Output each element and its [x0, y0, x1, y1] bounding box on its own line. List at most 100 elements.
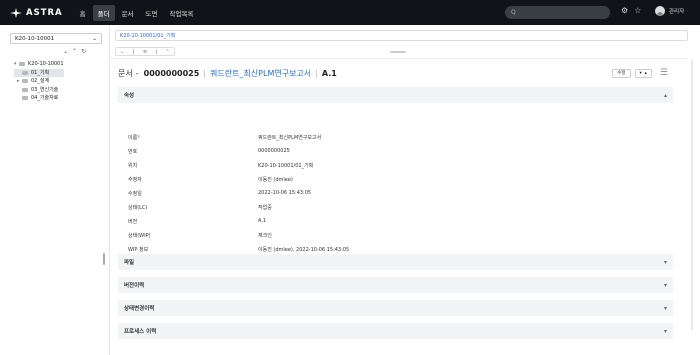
property-label: 버전 [128, 219, 138, 225]
property-value: 쿼드란트_최신PLM연구보고서 [258, 135, 322, 141]
property-label: 이름* [128, 135, 140, 141]
refresh-icon[interactable]: ↻ [81, 48, 86, 55]
section-title: 프로세스 이력 [124, 329, 157, 335]
doc-dash: - [135, 69, 139, 78]
star-logo-icon [10, 7, 22, 18]
property-value: 이동진 (dmlee) [258, 177, 293, 183]
search-input[interactable]: Q [505, 6, 610, 19]
document-detail: 문서 - 0000000025 | 쿼드란트_최신PLM연구보고서 | A.1 … [110, 58, 688, 355]
property-value: A.1 [258, 218, 267, 224]
folder-tree-panel: K20-10-10001 ⌄ ⌄ ⌃ ↻ ▾ K20-10-10001 01_기… [0, 25, 110, 355]
folder-icon [22, 79, 28, 84]
folder-icon [22, 96, 28, 101]
property-value: 체크인 [258, 233, 272, 239]
divider: | [132, 48, 135, 55]
document-actions: 수정 ▾ ▴ ☰ [608, 68, 668, 78]
user-menu[interactable]: 관리자 [655, 6, 684, 16]
property-value: 이동진 (dmlee), 2022-10-06 15:43:05 [258, 247, 350, 253]
tree-node-03[interactable]: 03_연신기술 [14, 86, 64, 95]
chevron-up-icon[interactable]: ⌃ [166, 49, 170, 55]
property-label: WIP 정보 [128, 247, 149, 253]
property-label: 수정자 [128, 177, 142, 183]
menu-icon[interactable]: ☰ [660, 68, 668, 78]
property-row: 위치 K20-10-10001/01_기획 [128, 162, 528, 169]
doc-name[interactable]: 쿼드란트_최신PLM연구보고서 [210, 68, 311, 79]
section-title: 파일 [124, 260, 135, 266]
section-title: 속성 [124, 93, 135, 99]
tree-node-01[interactable]: 01_기획 [14, 68, 64, 77]
property-label: 상태(WIP) [128, 233, 151, 239]
star-icon[interactable]: ☆ [634, 6, 641, 15]
expand-down-icon[interactable]: ⌄ [63, 48, 68, 55]
edit-button[interactable]: 수정 [612, 68, 631, 78]
property-row: 이름* 쿼드란트_최신PLM연구보고서 [128, 134, 528, 141]
property-row: 수정일 2022-10-06 15:43:05 [128, 190, 528, 197]
doc-number: 0000000025 [143, 69, 200, 78]
folder-select[interactable]: K20-10-10001 ⌄ [10, 33, 102, 44]
tree-node-label: 03_연신기술 [31, 86, 59, 93]
document-header: 문서 - 0000000025 | 쿼드란트_최신PLM연구보고서 | A.1 [118, 68, 337, 79]
chevron-down-icon: ▾ [663, 304, 667, 312]
list-toolbar: ⌄ | ≡ | ⌃ [115, 47, 175, 56]
splitter-handle[interactable] [390, 51, 406, 53]
nav-worklist[interactable]: 작업목록 [165, 5, 199, 21]
property-label: 번호 [128, 149, 138, 155]
tree-node-04[interactable]: 04_기술자료 [14, 94, 64, 103]
astra-logo[interactable]: ASTRA [10, 7, 63, 18]
tree-node-root[interactable]: ▾ K20-10-10001 [14, 60, 64, 69]
section-title: 상태변경이력 [124, 306, 155, 312]
breadcrumb: K20-10-10001/01_기획 [115, 30, 688, 41]
top-navigation-bar: ASTRA 홈 폴더 문서 도면 작업목록 Q ⚙ ☆ 관리자 [0, 0, 700, 25]
folder-icon [19, 62, 25, 67]
settings-icon[interactable]: ⚙ [621, 6, 628, 15]
section-process-history[interactable]: 프로세스 이력 ▾ [118, 323, 673, 339]
tree-node-label: K20-10-10001 [28, 61, 64, 67]
property-row: 수정자 이동진 (dmlee) [128, 176, 528, 183]
divider: | [315, 69, 318, 78]
chevron-down-icon: ▾ [663, 281, 667, 289]
nav-drawings[interactable]: 도면 [141, 5, 163, 21]
property-label: 수정일 [128, 191, 142, 197]
folder-icon [22, 70, 28, 75]
section-state-history[interactable]: 상태변경이력 ▾ [118, 300, 673, 316]
property-row: 버전 A.1 [128, 218, 528, 225]
tree-node-label: 01_기획 [31, 69, 50, 76]
folder-tree: ▾ K20-10-10001 01_기획 ▸ 02_설계 03_연신기술 04_… [14, 60, 64, 103]
property-row: 상태(LC) 작업중 [128, 204, 528, 211]
divider: | [155, 48, 158, 55]
nav-home[interactable]: 홈 [75, 5, 91, 21]
section-attributes[interactable]: 속성 ▴ [118, 87, 673, 103]
tree-node-label: 02_설계 [31, 78, 50, 84]
chevron-down-icon: ▾ [663, 258, 667, 266]
panel-resize-handle[interactable] [103, 253, 105, 265]
property-row: 번호 0000000025 [128, 148, 528, 155]
folder-select-value: K20-10-10001 [15, 35, 55, 42]
chevron-down-icon[interactable]: ⌄ [120, 49, 124, 55]
tree-node-02[interactable]: ▸ 02_설계 [14, 77, 64, 86]
doc-revision: A.1 [321, 69, 337, 78]
breadcrumb-path[interactable]: K20-10-10001/01_기획 [120, 32, 175, 39]
main-panel: K20-10-10001/01_기획 ⌄ | ≡ | ⌃ 문서 - 000000… [110, 25, 700, 355]
property-value: 2022-10-06 15:43:05 [258, 190, 312, 196]
folder-icon [22, 87, 28, 92]
property-value: 0000000025 [258, 148, 290, 154]
chevron-down-icon: ▾ [663, 327, 667, 335]
list-view-icon[interactable]: ≡ [143, 49, 147, 55]
user-name: 관리자 [669, 9, 685, 15]
main-menu: 홈 폴더 문서 도면 작업목록 [75, 4, 201, 21]
scrollbar[interactable] [691, 60, 693, 330]
search-icon: Q [511, 9, 516, 16]
navigation-buttons[interactable]: ▾ ▴ [634, 68, 652, 78]
section-file[interactable]: 파일 ▾ [118, 254, 673, 270]
doc-type: 문서 [118, 69, 133, 78]
chevron-up-icon: ▴ [663, 91, 667, 99]
divider: | [203, 69, 206, 78]
app-title: ASTRA [26, 7, 63, 18]
property-value: K20-10-10001/01_기획 [258, 163, 314, 169]
collapse-up-icon[interactable]: ⌃ [72, 48, 77, 55]
nav-documents[interactable]: 문서 [117, 5, 139, 21]
avatar [655, 6, 665, 16]
nav-folder[interactable]: 폴더 [92, 4, 115, 21]
section-version-history[interactable]: 버전이력 ▾ [118, 277, 673, 293]
property-row: WIP 정보 이동진 (dmlee), 2022-10-06 15:43:05 [128, 246, 528, 253]
